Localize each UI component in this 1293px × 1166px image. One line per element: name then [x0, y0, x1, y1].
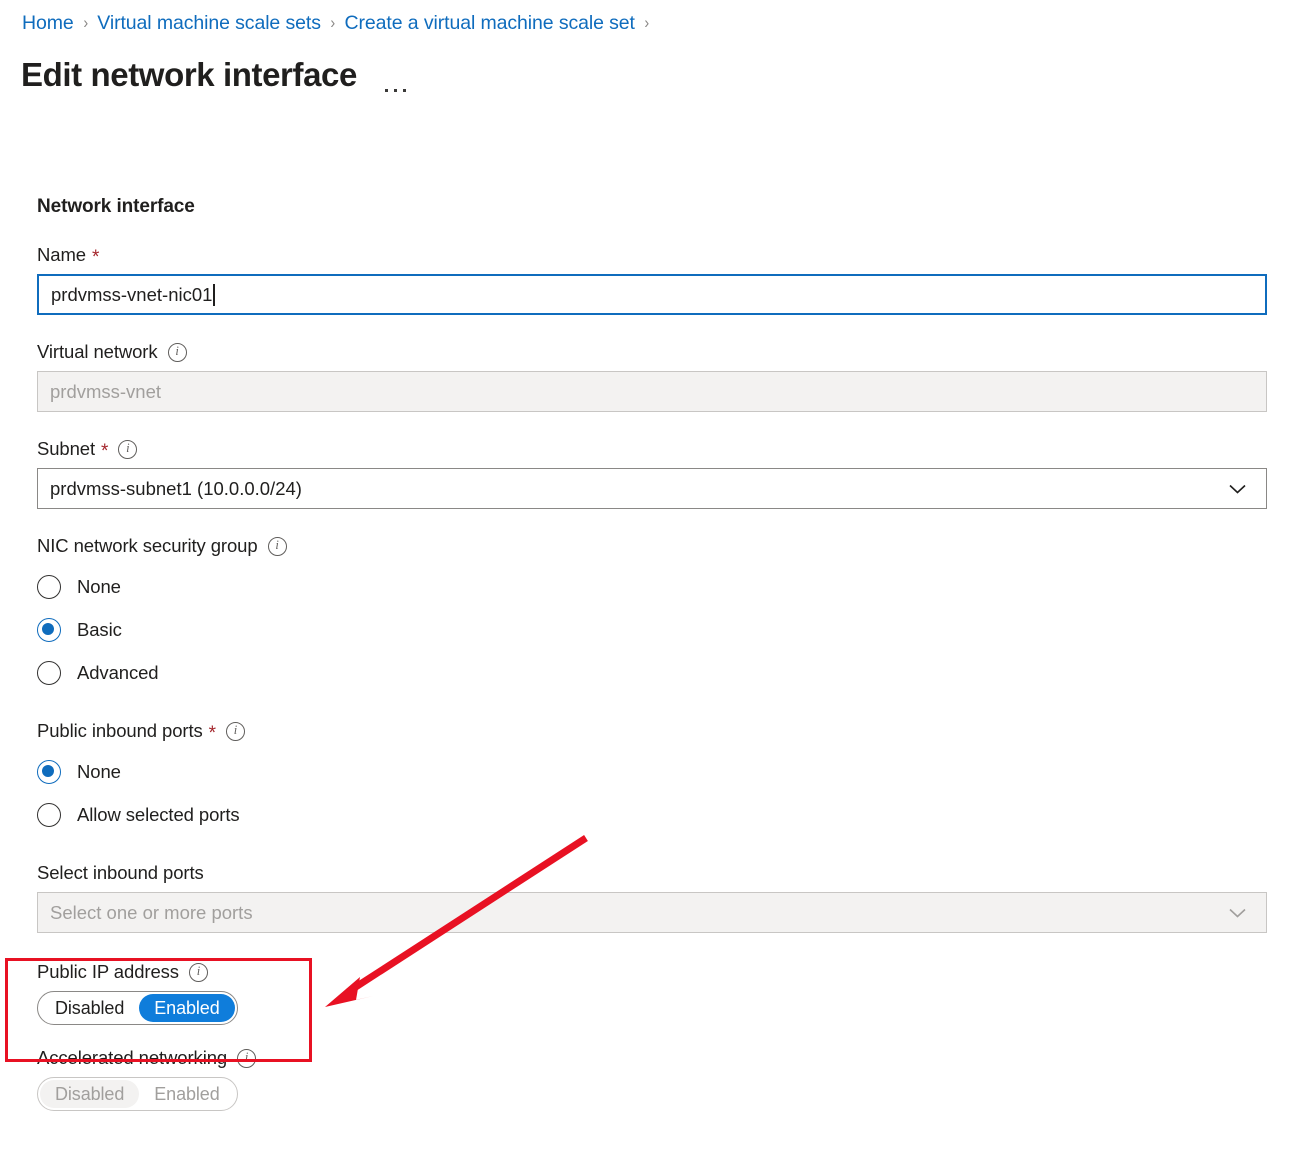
- network-interface-form: Network interface Name * prdvmss-vnet-ni…: [37, 196, 1267, 1137]
- name-input[interactable]: prdvmss-vnet-nic01: [37, 274, 1267, 315]
- chevron-down-icon: [1229, 908, 1246, 918]
- label-subnet-text: Subnet: [37, 438, 96, 459]
- field-select-inbound-ports: Select inbound ports Select one or more …: [37, 862, 1267, 933]
- label-accelerated-networking-text: Accelerated networking: [37, 1047, 228, 1068]
- label-name-text: Name: [37, 244, 86, 265]
- info-icon[interactable]: i: [237, 1048, 257, 1068]
- breadcrumb-separator: ›: [330, 13, 336, 32]
- radio-mark-selected: [37, 759, 61, 784]
- label-public-ip-address: Public IP address i: [37, 961, 1267, 983]
- breadcrumb-item-vm-scale-sets[interactable]: Virtual machine scale sets: [97, 10, 321, 36]
- subnet-select[interactable]: prdvmss-subnet1 (10.0.0.0/24): [37, 468, 1267, 509]
- info-icon[interactable]: i: [118, 439, 138, 459]
- virtual-network-input: prdvmss-vnet: [37, 371, 1267, 412]
- public-ip-option-disabled[interactable]: Disabled: [40, 994, 139, 1022]
- radio-label: Advanced: [77, 661, 159, 683]
- label-nic-nsg-text: NIC network security group: [37, 535, 258, 556]
- accelerated-networking-toggle: Disabled Enabled: [37, 1077, 238, 1111]
- field-public-inbound-ports: Public inbound ports * i None Allow sele…: [37, 720, 1267, 836]
- info-icon[interactable]: i: [225, 721, 245, 741]
- section-heading-network-interface: Network interface: [37, 196, 195, 217]
- radio-nic-nsg-advanced[interactable]: Advanced: [37, 651, 1267, 694]
- label-select-inbound-ports: Select inbound ports: [37, 862, 1267, 884]
- radio-label: None: [77, 760, 121, 782]
- nic-nsg-radio-group: None Basic Advanced: [37, 565, 1267, 694]
- chevron-down-icon: [1229, 484, 1246, 494]
- label-select-inbound-ports-text: Select inbound ports: [37, 862, 204, 883]
- ellipsis-dot: [384, 89, 388, 92]
- label-accelerated-networking: Accelerated networking i: [37, 1047, 1267, 1069]
- radio-label: Allow selected ports: [77, 803, 240, 825]
- radio-label: None: [77, 575, 121, 597]
- page-title: Edit network interface: [21, 56, 357, 93]
- virtual-network-value: prdvmss-vnet: [50, 380, 162, 402]
- info-icon-glyph: i: [275, 538, 279, 553]
- breadcrumb-item-home[interactable]: Home: [22, 10, 74, 36]
- more-options-icon[interactable]: [384, 52, 406, 98]
- breadcrumb-separator: ›: [83, 13, 88, 32]
- radio-mark: [37, 574, 61, 599]
- required-asterisk: *: [91, 246, 100, 268]
- text-caret: [213, 283, 215, 306]
- accelerated-networking-option-disabled: Disabled: [40, 1080, 140, 1108]
- field-nic-network-security-group: NIC network security group i None Basic …: [37, 535, 1267, 694]
- breadcrumb-separator: ›: [644, 13, 650, 32]
- field-subnet: Subnet * i prdvmss-subnet1 (10.0.0.0/24): [37, 438, 1267, 509]
- info-icon-glyph: i: [244, 1050, 249, 1065]
- name-input-value: prdvmss-vnet-nic01: [51, 283, 213, 305]
- public-inbound-ports-radio-group: None Allow selected ports: [37, 750, 1267, 836]
- label-public-inbound-ports-text: Public inbound ports: [37, 720, 203, 741]
- select-inbound-ports-select: Select one or more ports: [37, 892, 1267, 933]
- breadcrumb-item-create-vm-scale-set[interactable]: Create a virtual machine scale set: [345, 10, 635, 36]
- radio-mark: [37, 802, 61, 827]
- label-virtual-network-text: Virtual network: [37, 341, 158, 362]
- field-accelerated-networking: Accelerated networking i Disabled Enable…: [37, 1047, 1267, 1111]
- ellipsis-dot: [393, 89, 397, 92]
- radio-public-inbound-allow-selected[interactable]: Allow selected ports: [37, 793, 1267, 836]
- info-icon-glyph: i: [196, 964, 201, 979]
- radio-nic-nsg-none[interactable]: None: [37, 565, 1267, 608]
- ellipsis-dot: [402, 89, 406, 92]
- info-icon[interactable]: i: [188, 962, 208, 982]
- label-name: Name *: [37, 244, 1267, 268]
- radio-public-inbound-none[interactable]: None: [37, 750, 1267, 793]
- accelerated-networking-option-enabled: Enabled: [154, 1083, 220, 1104]
- select-inbound-ports-placeholder: Select one or more ports: [50, 901, 253, 923]
- info-icon[interactable]: i: [267, 536, 287, 556]
- info-icon[interactable]: i: [167, 342, 187, 362]
- field-name: Name * prdvmss-vnet-nic01: [37, 244, 1267, 315]
- required-asterisk: *: [101, 440, 109, 462]
- required-asterisk: *: [208, 722, 216, 744]
- public-ip-address-toggle[interactable]: Disabled Enabled: [37, 991, 238, 1025]
- radio-label: Basic: [77, 618, 122, 640]
- label-nic-nsg: NIC network security group i: [37, 535, 1267, 557]
- label-virtual-network: Virtual network i: [37, 341, 1267, 363]
- label-public-ip-address-text: Public IP address: [37, 961, 179, 982]
- breadcrumb: Home › Virtual machine scale sets › Crea…: [22, 10, 659, 36]
- label-public-inbound-ports: Public inbound ports * i: [37, 720, 1267, 744]
- info-icon-glyph: i: [233, 723, 238, 738]
- field-public-ip-address: Public IP address i Disabled Enabled: [37, 961, 1267, 1025]
- info-icon-glyph: i: [126, 441, 130, 456]
- radio-mark-selected: [37, 617, 61, 642]
- public-ip-option-enabled[interactable]: Enabled: [139, 994, 235, 1022]
- subnet-selected-value: prdvmss-subnet1 (10.0.0.0/24): [50, 477, 302, 499]
- info-icon-glyph: i: [175, 344, 179, 359]
- radio-mark: [37, 660, 61, 685]
- radio-nic-nsg-basic[interactable]: Basic: [37, 608, 1267, 651]
- label-subnet: Subnet * i: [37, 438, 1267, 462]
- page-header: Edit network interface: [21, 52, 406, 98]
- field-virtual-network: Virtual network i prdvmss-vnet: [37, 341, 1267, 412]
